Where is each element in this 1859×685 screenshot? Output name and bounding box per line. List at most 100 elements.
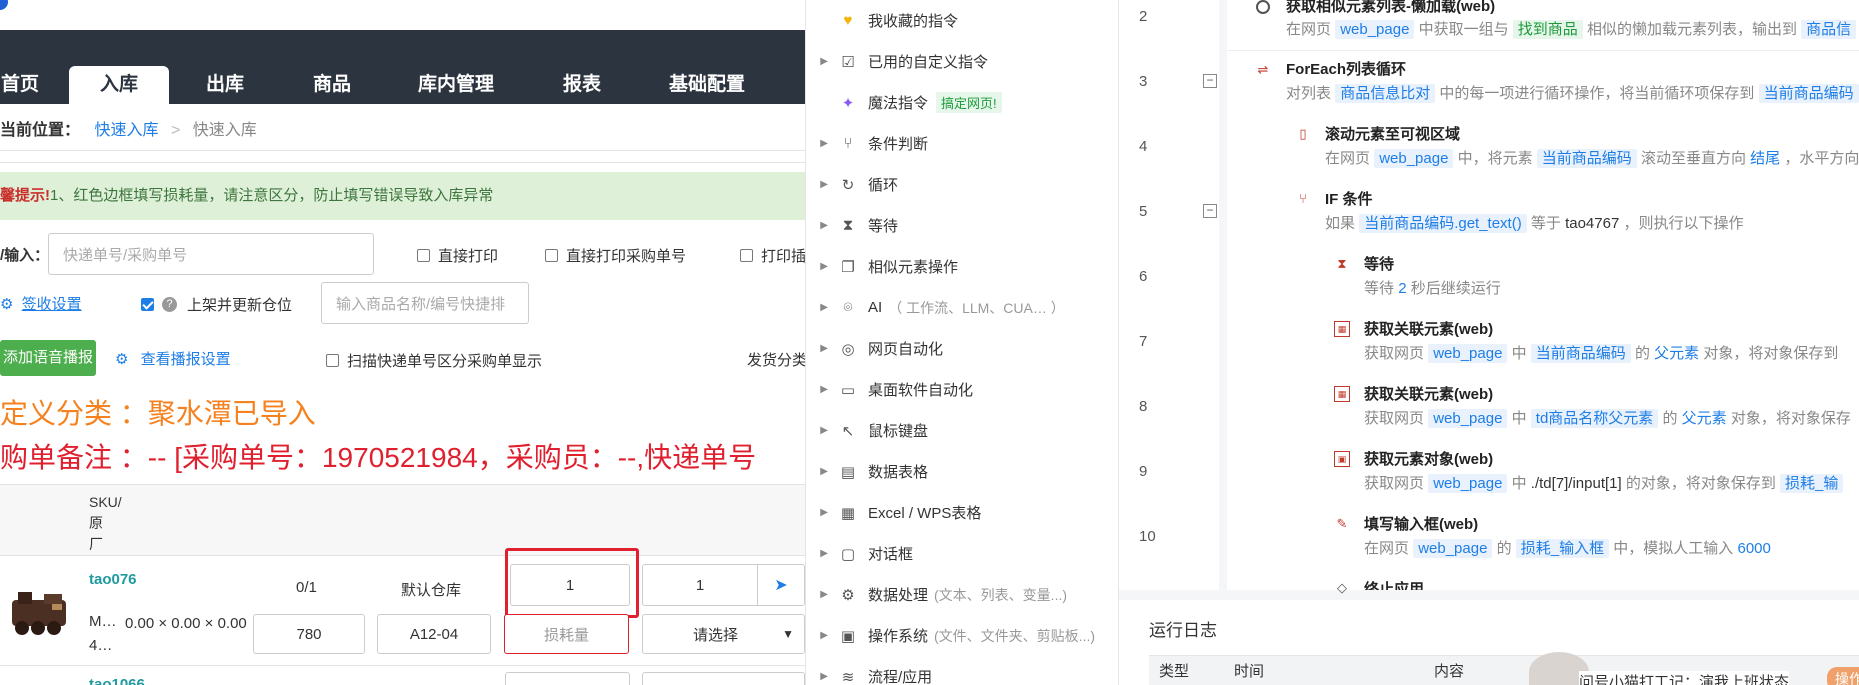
mi-os[interactable]: ▶ ▣ 操作系统 (文件、文件夹、剪贴板...) [806,615,1118,656]
row2-qty2-input[interactable] [642,672,805,685]
sign-setting-link[interactable]: 签收设置 [22,296,82,313]
desc-text: 的 [1662,410,1678,427]
option-value[interactable]: 父元素 [1682,410,1727,427]
cb-print2[interactable]: 打印插 [740,245,805,266]
step-title[interactable]: 获取关联元素(web) [1364,383,1493,404]
web-element-icon: ▣ [1334,451,1350,467]
cb-direct-print[interactable]: 直接打印 [417,245,498,266]
caret-right-icon: ▶ [820,630,828,641]
loading-icon [1256,0,1270,14]
scan-input[interactable]: 快递单号/采购单号 [48,233,374,275]
view-broadcast[interactable]: ⚙ 查看播报设置 [115,348,231,369]
line-number: 3 [1139,73,1148,90]
cb-scan-split[interactable]: 扫描快递单号区分采购单显示 [326,350,542,371]
row2-sku[interactable]: tao1066 [89,676,145,685]
mi-desktop[interactable]: ▶ ▭ 桌面软件自动化 [806,369,1118,410]
nav-home[interactable]: 首页 [0,66,40,104]
row1-price-input[interactable]: 780 [253,614,365,654]
desc-text: 获取网页 [1364,345,1425,362]
mi-similar[interactable]: ▶ ❐ 相似元素操作 [806,246,1118,287]
step-title[interactable]: 等待 [1364,253,1394,274]
var-tag[interactable]: 当前商品编码 [1758,84,1859,103]
operate-badge[interactable]: 操作 [1827,667,1859,685]
desc-text: 在网页 [1364,540,1410,557]
var-tag[interactable]: 损耗_输入框 [1515,539,1610,558]
nav-warehouse[interactable]: 库内管理 [410,66,502,104]
mi-ai[interactable]: ▶ ⌾ AI （ 工作流、LLM、CUA… ） [806,287,1118,328]
add-voice-button[interactable]: 添加语音播报 [0,340,96,376]
mi-condition[interactable]: ▶ ⑂ 条件判断 [806,123,1118,164]
var-tag[interactable]: web_page [1428,344,1508,363]
step-title[interactable]: IF 条件 [1325,188,1373,209]
var-tag[interactable]: web_page [1428,474,1508,493]
var-tag[interactable]: 当前商品编码 [1536,149,1637,168]
mi-magic[interactable]: ✦ 魔法指令 搞定网页! [806,82,1118,123]
mi-web[interactable]: ▶ ◎ 网页自动化 [806,328,1118,369]
step-desc: 等待 2 秒后继续运行 [1364,277,1501,298]
scroll-icon: ▯ [1299,126,1307,141]
option-value[interactable]: 结尾 [1750,150,1780,167]
fold-toggle-icon[interactable]: − [1203,204,1217,218]
heart-icon: ♥ [843,12,853,29]
row1-select[interactable]: 请选择 ▼ [642,614,805,654]
mi-favorites[interactable]: ♥ 我收藏的指令 [806,0,1118,41]
step-title[interactable]: 获取关联元素(web) [1364,318,1493,339]
row1-location-input[interactable]: A12-04 [377,614,491,654]
row1-qty2-input[interactable]: 1 [642,564,758,606]
var-tag[interactable]: web_page [1335,20,1415,39]
breadcrumb-link[interactable]: 快速入库 [94,122,158,139]
var-tag[interactable]: 损耗_输 [1780,474,1844,493]
row1-loss-input[interactable]: 损耗量 [504,614,629,654]
row1-qty-input[interactable]: 1 [510,564,630,606]
calendar-check-icon: ☑ [841,53,855,71]
mi-mouse[interactable]: ▶ ↖ 鼠标键盘 [806,410,1118,451]
nav-reports[interactable]: 报表 [552,66,612,104]
mi-dataproc[interactable]: ▶ ⚙ 数据处理 (文本、列表、变量...) [806,574,1118,615]
var-tag[interactable]: 当前商品编码 [1530,344,1631,363]
cb-shelf-update[interactable]: ? 上架并更新仓位 [141,294,292,315]
th-sku-3: 厂 [89,536,103,552]
view-broadcast-link[interactable]: 查看播报设置 [141,351,231,368]
cb-direct-print-po[interactable]: 直接打印采购单号 [545,245,686,266]
step-title[interactable]: 终止应用 [1364,578,1424,590]
row2-qty-input[interactable] [505,672,630,685]
mi-dialog[interactable]: ▶ ▢ 对话框 [806,533,1118,574]
nav-inbound[interactable]: 入库 [69,66,169,104]
ai-icon: ⌾ [843,299,853,316]
mi-ai-label: AI [868,299,883,316]
var-tag[interactable]: 商品信 [1801,20,1857,39]
nav-base-config[interactable]: 基础配置 [660,66,754,104]
nav-outbound[interactable]: 出库 [195,66,255,104]
mi-loop[interactable]: ▶ ↻ 循环 [806,164,1118,205]
mi-loop-label: 循环 [868,177,899,194]
step-title[interactable]: 获取相似元素列表-懒加载(web) [1286,0,1495,16]
step-title[interactable]: 填写输入框(web) [1364,513,1478,534]
option-value[interactable]: 父元素 [1654,345,1699,362]
step-title[interactable]: 滚动元素至可视区域 [1325,123,1460,144]
copy-icon: ❐ [841,258,855,276]
var-tag[interactable]: web_page [1374,149,1454,168]
step-title[interactable]: 获取元素对象(web) [1364,448,1493,469]
goods-filter-input[interactable]: 输入商品名称/编号快捷排 [321,282,529,324]
nav-goods[interactable]: 商品 [302,66,362,104]
desc-text: 中 [1511,475,1527,492]
mi-wait[interactable]: ▶ ⧗ 等待 [806,205,1118,246]
var-tag[interactable]: web_page [1413,539,1493,558]
desc-text: 中 [1511,345,1527,362]
var-tag[interactable]: 商品信息比对 [1335,84,1436,103]
row1-sku[interactable]: tao076 [89,571,137,588]
step-title[interactable]: ForEach列表循环 [1286,58,1406,79]
mi-flow[interactable]: ▶ ≋ 流程/应用 [806,656,1118,685]
var-tag[interactable]: td商品名称父元素 [1530,409,1659,428]
var-tag[interactable]: 当前商品编码.get_text() [1359,214,1527,233]
checkbox-icon [545,249,558,262]
mi-used-custom[interactable]: ▶ ☑ 已用的自定义指令 [806,41,1118,82]
caret-right-icon: ▶ [820,425,828,436]
element-tag[interactable]: 找到商品 [1512,20,1583,39]
send-button[interactable]: ➤ [757,564,805,606]
mi-datatable[interactable]: ▶ ▤ 数据表格 [806,451,1118,492]
mi-excel[interactable]: ▶ ▦ Excel / WPS表格 [806,492,1118,533]
fold-toggle-icon[interactable]: − [1203,74,1217,88]
sign-setting[interactable]: ⚙ 签收设置 [0,293,82,314]
var-tag[interactable]: web_page [1428,409,1508,428]
